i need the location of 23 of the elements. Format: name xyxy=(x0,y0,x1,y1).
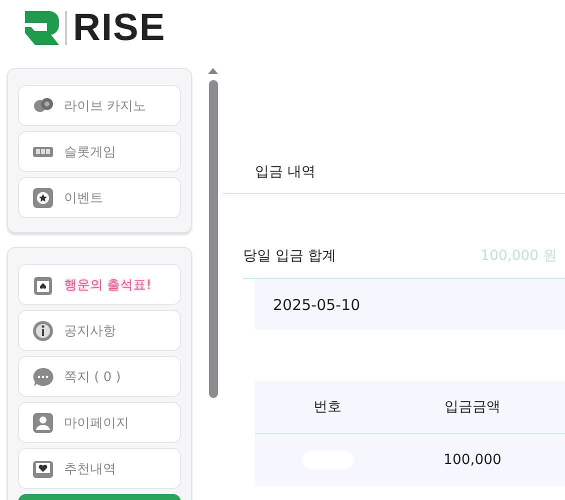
menu-item[interactable]: 마이페이지 xyxy=(18,402,181,443)
table-cell-text: 100,000 xyxy=(442,452,502,468)
menu-item[interactable]: 추천내역 xyxy=(18,448,181,489)
logo-text: RISE xyxy=(73,10,166,46)
section-title: 입금 내역 xyxy=(255,162,316,180)
menu-item[interactable]: 공지사항 xyxy=(18,310,181,351)
menu-item[interactable]: 라이브 카지노 xyxy=(18,85,181,126)
menu-item-icon xyxy=(32,186,54,208)
menu-item[interactable]: 행운의 출석표! xyxy=(18,264,181,305)
logo-icon xyxy=(25,11,59,45)
summary-amount: 100,000 원 xyxy=(480,247,557,265)
menu-item[interactable]: 이벤트 xyxy=(18,177,181,218)
column-header: 입금금액 xyxy=(444,398,502,416)
menu-item[interactable]: 쪽지 ( 0 ) xyxy=(18,356,181,397)
date-text: 2025-05-10 xyxy=(273,296,360,314)
menu-item-icon xyxy=(32,320,54,342)
menu-item-icon xyxy=(32,366,54,388)
scroll-up-icon[interactable] xyxy=(208,68,218,74)
menu-item[interactable]: 슬롯게임 xyxy=(18,131,181,172)
menu-item-icon xyxy=(32,412,54,434)
summary-label: 당일 입금 합계 xyxy=(243,247,336,265)
column-header: 번호 xyxy=(312,398,342,416)
scrollbar-thumb[interactable] xyxy=(208,80,218,398)
